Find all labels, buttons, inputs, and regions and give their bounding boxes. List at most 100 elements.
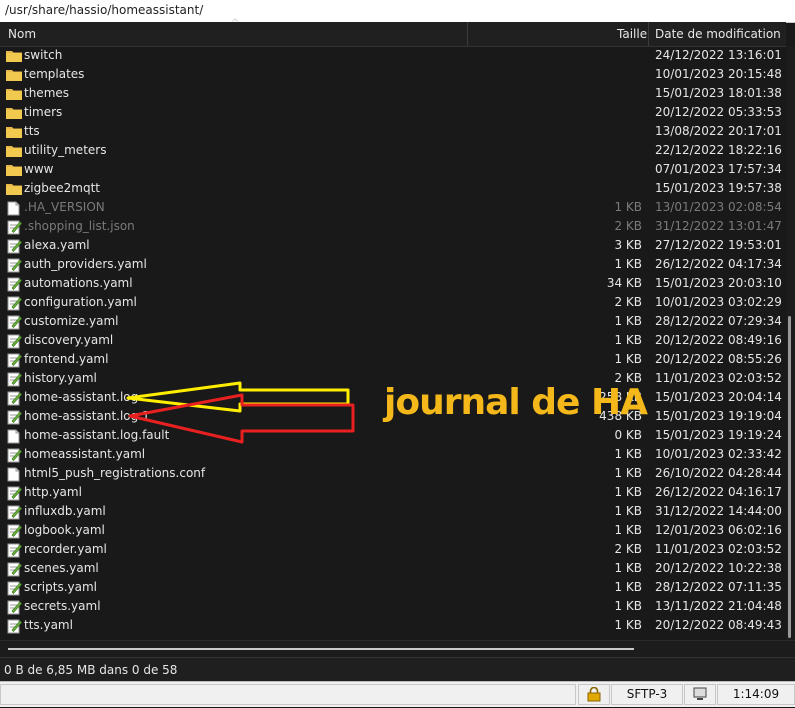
vertical-scrollbar[interactable] <box>786 46 795 640</box>
file-icon <box>6 467 22 482</box>
item-date: 24/12/2022 13:16:01 <box>655 48 782 62</box>
item-name: switch <box>24 48 63 62</box>
item-date: 26/10/2022 04:28:44 <box>655 466 782 480</box>
column-date-header[interactable]: Date de modification <box>655 22 781 46</box>
item-name: alexa.yaml <box>24 238 90 252</box>
list-item[interactable]: .shopping_list.json 2 KB 31/12/2022 13:01:… <box>0 218 786 237</box>
item-date: 07/01/2023 17:57:34 <box>655 162 782 176</box>
list-item[interactable]: recorder.yaml 2 KB 11/01/2023 02:03:52 <box>0 541 786 560</box>
item-date: 26/12/2022 04:17:34 <box>655 257 782 271</box>
horizontal-scroll-thumb[interactable] <box>8 648 634 650</box>
item-name: logbook.yaml <box>24 523 105 537</box>
text-file-icon <box>6 448 22 463</box>
list-item[interactable]: utility_meters 22/12/2022 18:22:16 <box>0 142 786 161</box>
item-name: themes <box>24 86 70 100</box>
list-item[interactable]: logbook.yaml 1 KB 12/01/2023 06:02:16 <box>0 522 786 541</box>
item-date: 11/01/2023 02:03:52 <box>655 371 782 385</box>
item-size: 1 KB <box>614 485 642 499</box>
list-item[interactable]: www 07/01/2023 17:57:34 <box>0 161 786 180</box>
column-size-header[interactable]: Taille <box>617 22 647 46</box>
list-item[interactable]: themes 15/01/2023 18:01:38 <box>0 85 786 104</box>
item-date: 15/01/2023 20:03:10 <box>655 276 782 290</box>
column-divider[interactable] <box>648 22 649 46</box>
protocol-indicator: SFTP-3 <box>611 684 683 705</box>
item-size: 1 KB <box>614 200 642 214</box>
item-date: 12/01/2023 06:02:16 <box>655 523 782 537</box>
column-name-header[interactable]: Nom <box>8 22 36 46</box>
item-name: homeassistant.yaml <box>24 447 146 461</box>
text-file-icon <box>6 524 22 539</box>
list-item[interactable]: http.yaml 1 KB 26/12/2022 04:16:17 <box>0 484 786 503</box>
item-date: 20/12/2022 08:49:43 <box>655 618 782 632</box>
status-bar: 0 B de 6,85 MB dans 0 de 58 <box>0 657 795 682</box>
list-item[interactable]: homeassistant.yaml 1 KB 10/01/2023 02:33:4… <box>0 446 786 465</box>
list-item[interactable]: html5_push_registrations.conf 1 KB 26/10/2… <box>0 465 786 484</box>
item-date: 20/12/2022 10:22:38 <box>655 561 782 575</box>
item-name: html5_push_registrations.conf <box>24 466 206 480</box>
text-file-icon <box>6 543 22 558</box>
lock-icon <box>578 684 610 705</box>
file-icon <box>6 429 22 444</box>
list-item[interactable]: frontend.yaml 1 KB 20/12/2022 08:55:26 <box>0 351 786 370</box>
annotation-label: journal de HA <box>384 382 648 423</box>
text-file-icon <box>6 581 22 596</box>
folder-icon <box>6 68 22 83</box>
item-name: auth_providers.yaml <box>24 257 147 271</box>
list-item[interactable]: secrets.yaml 1 KB 13/11/2022 21:04:48 <box>0 598 786 617</box>
item-size: 1 KB <box>614 599 642 613</box>
item-date: 15/01/2023 19:57:38 <box>655 181 782 195</box>
list-item[interactable]: alexa.yaml 3 KB 27/12/2022 19:53:01 <box>0 237 786 256</box>
item-date: 28/12/2022 07:11:35 <box>655 580 782 594</box>
file-icon <box>6 201 22 216</box>
item-name: discovery.yaml <box>24 333 114 347</box>
item-size: 1 KB <box>614 333 642 347</box>
text-file-icon <box>6 220 22 235</box>
folder-icon <box>6 87 22 102</box>
folder-icon <box>6 49 22 64</box>
vertical-scroll-thumb[interactable] <box>788 316 791 638</box>
item-size: 2 KB <box>614 295 642 309</box>
column-divider[interactable] <box>467 22 468 46</box>
text-file-icon <box>6 315 22 330</box>
list-item[interactable]: zigbee2mqtt 15/01/2023 19:57:38 <box>0 180 786 199</box>
list-item[interactable]: influxdb.yaml 1 KB 31/12/2022 14:44:00 <box>0 503 786 522</box>
text-file-icon <box>6 353 22 368</box>
path-text: /usr/share/hassio/homeassistant/ <box>5 3 204 17</box>
column-header: Nom ^ Taille Date de modification <box>0 18 786 47</box>
item-date: 13/01/2023 02:08:54 <box>655 200 782 214</box>
list-item[interactable]: .HA_VERSION 1 KB 13/01/2023 02:08:54 <box>0 199 786 218</box>
text-file-icon <box>6 372 22 387</box>
horizontal-scrollbar[interactable] <box>0 640 795 657</box>
list-item[interactable]: tts.yaml 1 KB 20/12/2022 08:49:43 <box>0 617 786 636</box>
list-item[interactable]: timers 20/12/2022 05:33:53 <box>0 104 786 123</box>
list-item[interactable]: configuration.yaml 2 KB 10/01/2023 03:02:2… <box>0 294 786 313</box>
status-empty-cell <box>0 684 576 705</box>
list-item[interactable]: scenes.yaml 1 KB 20/12/2022 10:22:38 <box>0 560 786 579</box>
item-name: tts <box>24 124 40 138</box>
connection-bar: SFTP-3 1:14:09 <box>0 681 795 707</box>
item-size: 1 KB <box>614 561 642 575</box>
list-item[interactable]: auth_providers.yaml 1 KB 26/12/2022 04:17:… <box>0 256 786 275</box>
item-name: scenes.yaml <box>24 561 99 575</box>
list-item[interactable]: switch 24/12/2022 13:16:01 <box>0 47 786 66</box>
list-item[interactable]: discovery.yaml 1 KB 20/12/2022 08:49:16 <box>0 332 786 351</box>
path-bar[interactable]: /usr/share/hassio/homeassistant/ <box>0 0 795 23</box>
list-item[interactable]: customize.yaml 1 KB 28/12/2022 07:29:34 <box>0 313 786 332</box>
list-item[interactable]: tts 13/08/2022 20:17:01 <box>0 123 786 142</box>
item-name: templates <box>24 67 85 81</box>
file-list: switch 24/12/2022 13:16:01 templates 10/01/… <box>0 47 786 639</box>
text-file-icon <box>6 239 22 254</box>
text-file-icon <box>6 277 22 292</box>
list-item[interactable]: automations.yaml 34 KB 15/01/2023 20:03:10 <box>0 275 786 294</box>
text-file-icon <box>6 600 22 615</box>
folder-icon <box>6 125 22 140</box>
item-date: 20/12/2022 05:33:53 <box>655 105 782 119</box>
list-item[interactable]: scripts.yaml 1 KB 28/12/2022 07:11:35 <box>0 579 786 598</box>
item-name: home-assistant.log <box>24 390 139 404</box>
list-item[interactable]: home-assistant.log.fault 0 KB 15/01/2023 1… <box>0 427 786 446</box>
item-size: 1 KB <box>614 523 642 537</box>
list-item[interactable]: templates 10/01/2023 20:15:48 <box>0 66 786 85</box>
item-date: 15/01/2023 20:04:14 <box>655 390 782 404</box>
selection-status: 0 B de 6,85 MB dans 0 de 58 <box>4 663 178 677</box>
item-name: customize.yaml <box>24 314 119 328</box>
